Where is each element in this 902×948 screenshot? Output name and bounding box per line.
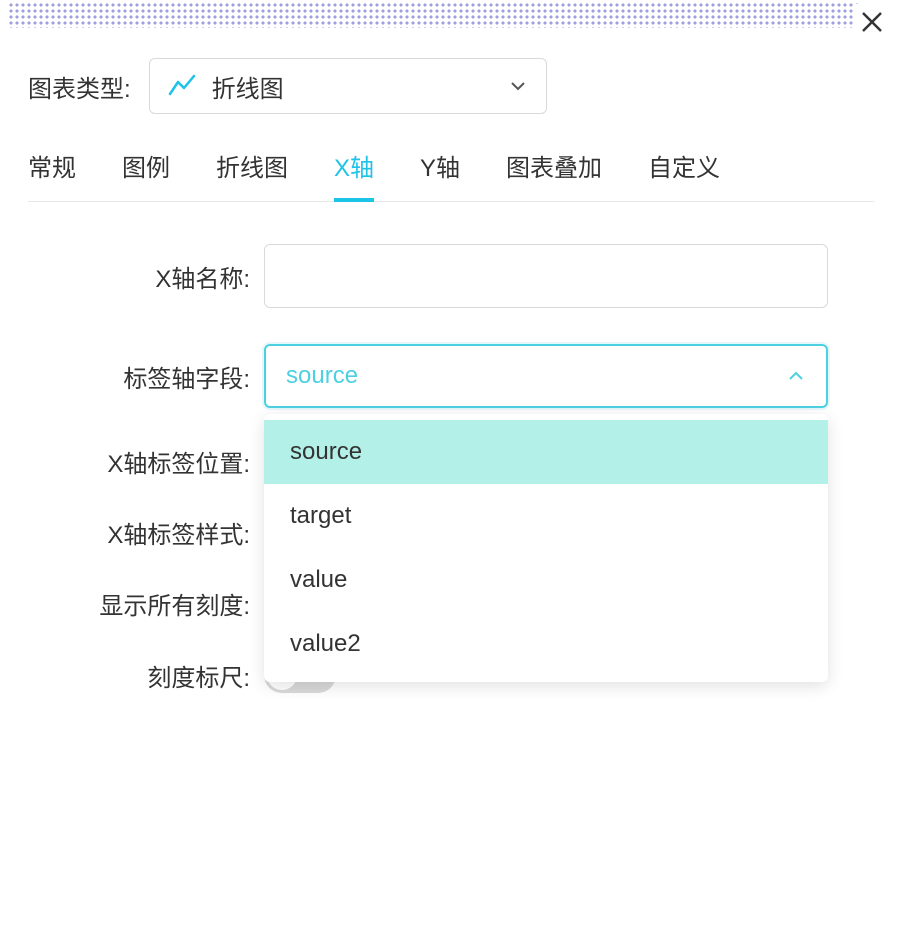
chevron-up-icon bbox=[786, 366, 806, 386]
chart-type-label: 图表类型: bbox=[28, 69, 131, 104]
tab-line-chart[interactable]: 折线图 bbox=[216, 148, 288, 201]
select-label-field-value: source bbox=[286, 362, 358, 390]
label-xaxis-label-pos: X轴标签位置: bbox=[28, 444, 264, 479]
settings-panel: 图表类型: 折线图 常规 图例 折线图 X轴 Y轴 图表叠加 自定义 bbox=[0, 28, 902, 693]
tab-general[interactable]: 常规 bbox=[28, 148, 76, 201]
dropdown-option-target[interactable]: target bbox=[264, 484, 828, 548]
select-label-field[interactable]: source bbox=[264, 344, 828, 408]
row-label-field: 标签轴字段: source source target value value2 bbox=[28, 344, 874, 408]
tab-custom[interactable]: 自定义 bbox=[648, 148, 720, 201]
chevron-down-icon bbox=[508, 76, 528, 96]
tab-legend[interactable]: 图例 bbox=[122, 148, 170, 201]
tab-bar: 常规 图例 折线图 X轴 Y轴 图表叠加 自定义 bbox=[28, 148, 874, 202]
label-scale-ruler: 刻度标尺: bbox=[28, 658, 264, 693]
chart-type-text: 折线图 bbox=[212, 69, 284, 104]
dotted-drag-header[interactable] bbox=[8, 2, 858, 28]
tab-y-axis[interactable]: Y轴 bbox=[420, 148, 460, 201]
tab-overlay[interactable]: 图表叠加 bbox=[506, 148, 602, 201]
dropdown-option-source[interactable]: source bbox=[264, 420, 828, 484]
tab-x-axis[interactable]: X轴 bbox=[334, 148, 374, 201]
input-xaxis-name[interactable] bbox=[264, 244, 828, 308]
label-xaxis-label-style: X轴标签样式: bbox=[28, 515, 264, 550]
dropdown-label-field: source target value value2 bbox=[264, 414, 828, 682]
chart-type-select[interactable]: 折线图 bbox=[149, 58, 547, 114]
close-icon bbox=[861, 11, 883, 33]
dropdown-option-value[interactable]: value bbox=[264, 548, 828, 612]
dropdown-option-value2[interactable]: value2 bbox=[264, 612, 828, 676]
chart-type-row: 图表类型: 折线图 bbox=[28, 58, 874, 114]
line-chart-icon bbox=[168, 72, 196, 100]
label-show-all-ticks: 显示所有刻度: bbox=[28, 586, 264, 621]
row-xaxis-name: X轴名称: bbox=[28, 244, 874, 308]
close-button[interactable] bbox=[854, 4, 890, 40]
label-label-field: 标签轴字段: bbox=[28, 359, 264, 394]
label-xaxis-name: X轴名称: bbox=[28, 259, 264, 294]
chart-type-select-value: 折线图 bbox=[168, 69, 284, 104]
